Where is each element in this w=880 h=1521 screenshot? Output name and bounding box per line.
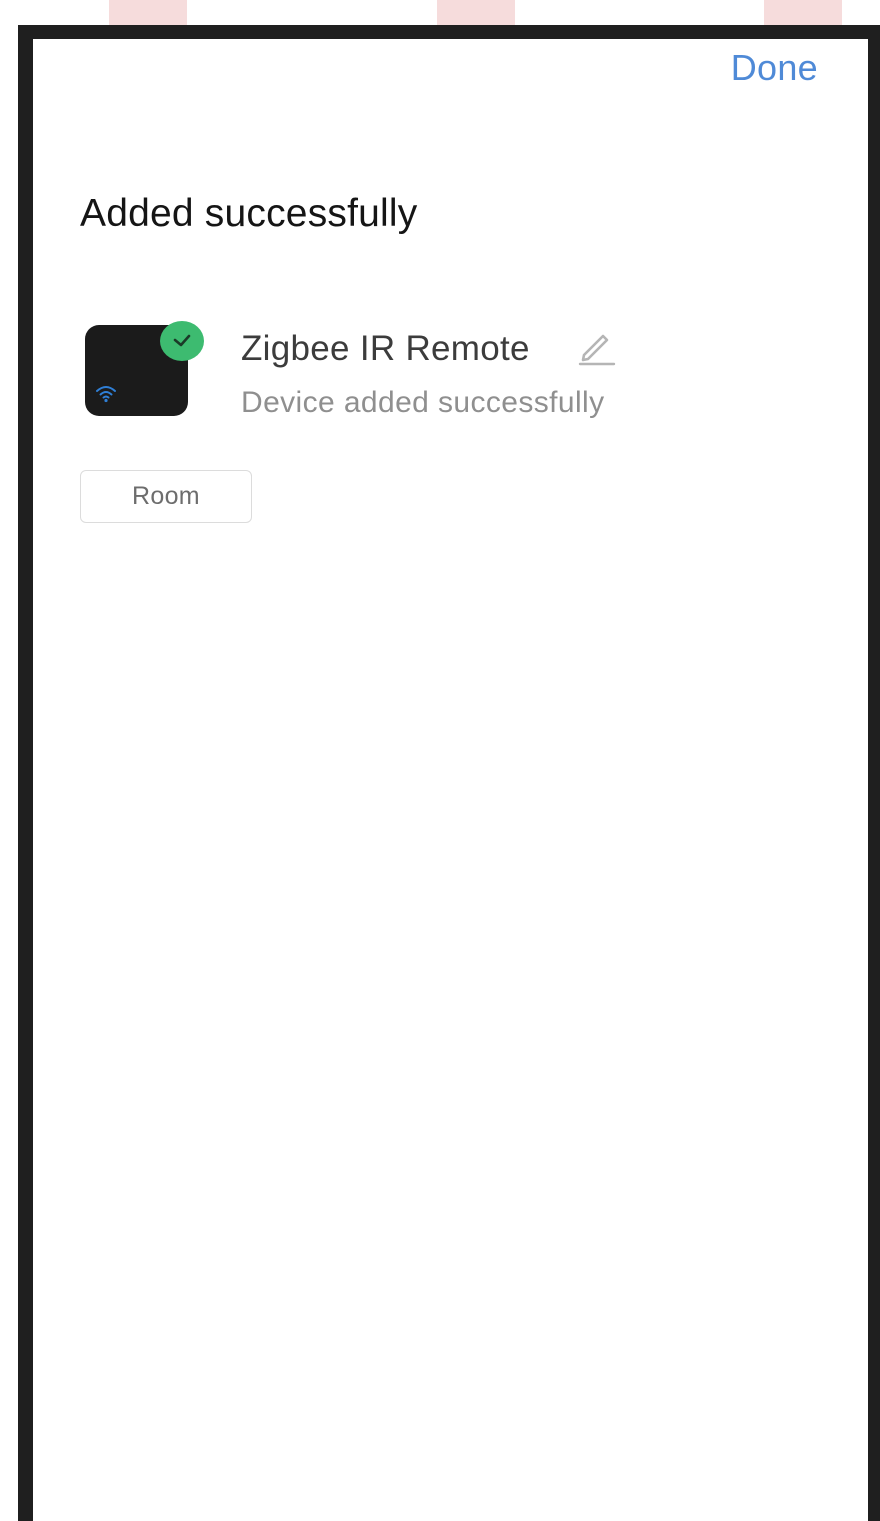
edit-pencil-icon[interactable] [577, 329, 617, 367]
top-tab-block [764, 0, 842, 27]
top-tab-block [437, 0, 515, 27]
device-thumbnail [85, 321, 204, 416]
page-title: Added successfully [80, 192, 418, 235]
page: Done Added successfully Zigbee IR Remote… [0, 0, 880, 1521]
wifi-icon [96, 386, 116, 403]
success-check-badge [160, 321, 204, 361]
screen: Done Added successfully Zigbee IR Remote… [33, 39, 868, 1521]
device-status-text: Device added successfully [241, 386, 605, 419]
check-icon [173, 334, 191, 347]
device-name: Zigbee IR Remote [241, 329, 530, 368]
phone-frame: Done Added successfully Zigbee IR Remote… [18, 25, 880, 1521]
device-row: Zigbee IR Remote Device added successful… [85, 319, 825, 429]
room-button[interactable]: Room [80, 470, 252, 523]
top-tab-block [109, 0, 187, 27]
done-button[interactable]: Done [731, 47, 818, 89]
